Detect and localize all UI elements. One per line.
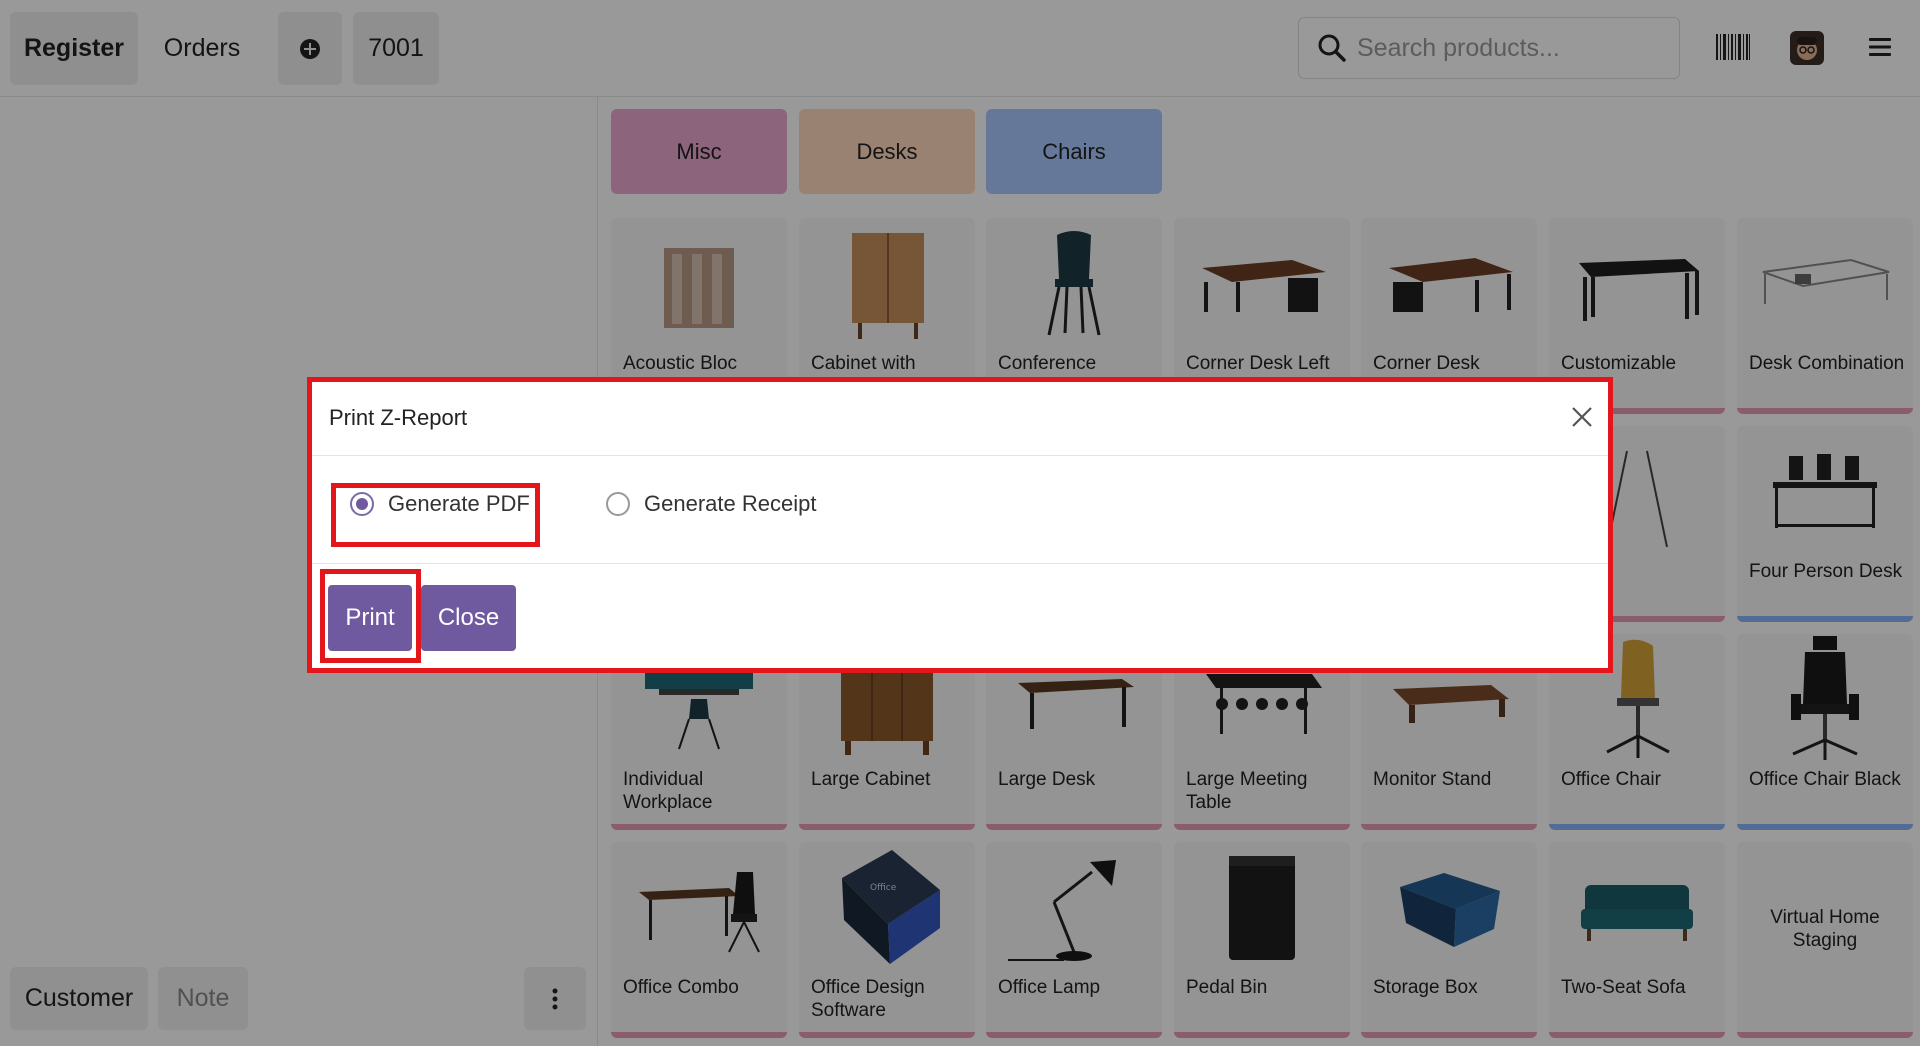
divider	[310, 563, 1609, 564]
radio-button[interactable]	[350, 492, 374, 516]
close-button[interactable]: Close	[421, 585, 516, 651]
close-icon[interactable]	[1570, 405, 1594, 429]
option-label: Generate Receipt	[644, 491, 817, 516]
option-generate-receipt[interactable]: Generate Receipt	[606, 491, 816, 517]
option-generate-pdf[interactable]: Generate PDF	[350, 491, 530, 517]
dialog-title: Print Z-Report	[329, 405, 468, 430]
z-report-dialog: Print Z-Report Generate PDF Generate Rec…	[310, 381, 1609, 669]
radio-button[interactable]	[606, 492, 630, 516]
divider	[310, 455, 1609, 456]
print-button-label: Print	[345, 604, 395, 631]
option-label: Generate PDF	[388, 491, 530, 516]
close-button-label: Close	[437, 604, 500, 631]
print-button[interactable]: Print	[328, 585, 412, 651]
